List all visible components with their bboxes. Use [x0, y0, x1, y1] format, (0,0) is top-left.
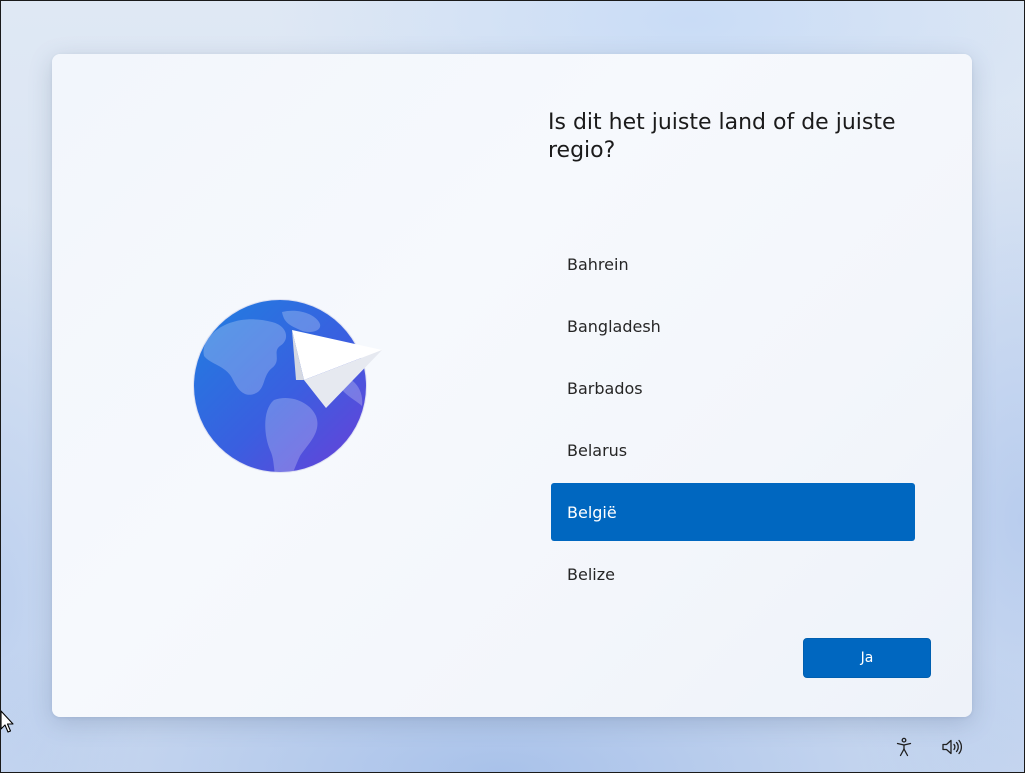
mouse-cursor-icon [0, 710, 16, 734]
country-list-item[interactable]: Bahrein [551, 235, 915, 293]
page-title: Is dit het juiste land of de juiste regi… [548, 110, 896, 163]
country-list-item-selected[interactable]: België [551, 483, 915, 541]
country-list-item[interactable]: Bangladesh [551, 297, 915, 355]
setup-card: Is dit het juiste land of de juiste regi… [52, 54, 972, 717]
volume-icon[interactable] [941, 736, 963, 758]
globe-with-paper-plane-icon [192, 294, 392, 484]
yes-button[interactable]: Ja [803, 638, 931, 678]
country-list-item[interactable]: Belarus [551, 421, 915, 479]
accessibility-icon[interactable] [893, 736, 915, 758]
country-list[interactable]: Bahrein Bangladesh Barbados Belarus Belg… [551, 235, 915, 607]
country-list-item[interactable]: Barbados [551, 359, 915, 417]
country-list-item[interactable]: Belize [551, 545, 915, 603]
